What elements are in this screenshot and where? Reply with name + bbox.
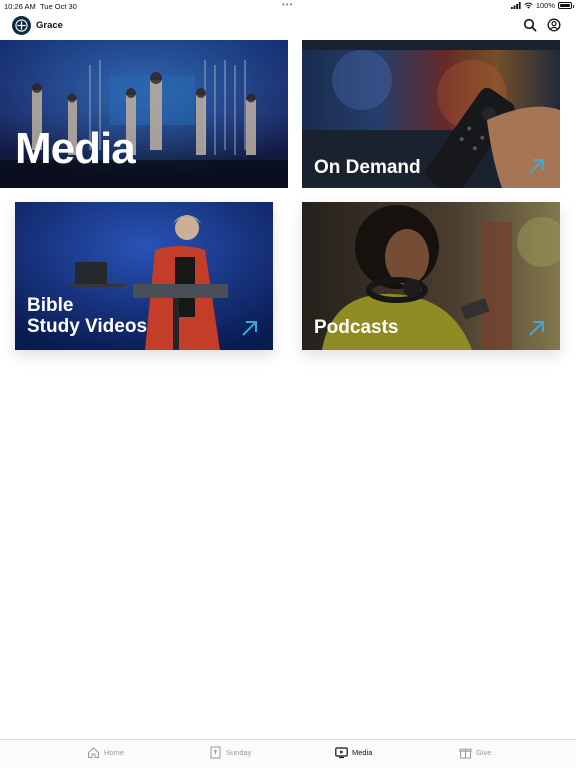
tab-sunday[interactable]: Sunday [209, 746, 251, 759]
bible-study-videos-tile[interactable]: Bible Study Videos [15, 202, 273, 350]
battery-icon [558, 2, 574, 9]
media-tile-label: Media [15, 124, 136, 173]
media-hero-tile[interactable]: Media [0, 40, 288, 188]
church-logo-icon[interactable] [12, 16, 31, 35]
status-indicators: 100% [510, 1, 574, 10]
bible-icon [210, 746, 221, 759]
cellular-signal-icon [510, 2, 521, 9]
search-icon[interactable] [523, 18, 537, 32]
podcasts-tile[interactable]: Podcasts [302, 202, 560, 350]
account-icon[interactable] [547, 18, 561, 32]
status-bar: 10:26 AM Tue Oct 30 ••• 100% [0, 0, 576, 12]
on-demand-tile[interactable]: On Demand [302, 40, 560, 188]
tab-sunday-label: Sunday [226, 748, 252, 757]
home-icon [88, 747, 99, 758]
tab-media[interactable]: Media [335, 746, 372, 759]
tab-home[interactable]: Home [87, 746, 124, 759]
podcasts-tile-label: Podcasts [314, 317, 399, 338]
bible-study-label-line1: Bible [27, 295, 74, 316]
tab-give-label: Give [476, 748, 492, 757]
status-date: Tue Oct 30 [40, 2, 77, 11]
top-nav: Grace [0, 12, 576, 40]
tab-home-label: Home [104, 748, 125, 757]
battery-percent: 100% [535, 1, 555, 10]
tab-media-label: Media [352, 748, 373, 757]
gift-icon [459, 748, 472, 759]
bible-study-videos-tile-label: Bible Study Videos [27, 295, 148, 338]
tab-bar: Home Sunday Media Give [0, 739, 576, 768]
arrow-up-right-icon [529, 321, 544, 336]
bible-study-label-line2: Study Videos [27, 315, 148, 337]
multitask-dots-icon[interactable]: ••• [282, 0, 293, 9]
app-title: Grace [36, 20, 63, 31]
wifi-icon [524, 2, 533, 9]
tv-icon [335, 747, 348, 759]
tab-give[interactable]: Give [459, 746, 491, 759]
status-time: 10:26 AM [4, 2, 36, 11]
on-demand-tile-label: On Demand [314, 157, 421, 178]
arrow-up-right-icon [529, 159, 544, 174]
arrow-up-right-icon [242, 321, 257, 336]
